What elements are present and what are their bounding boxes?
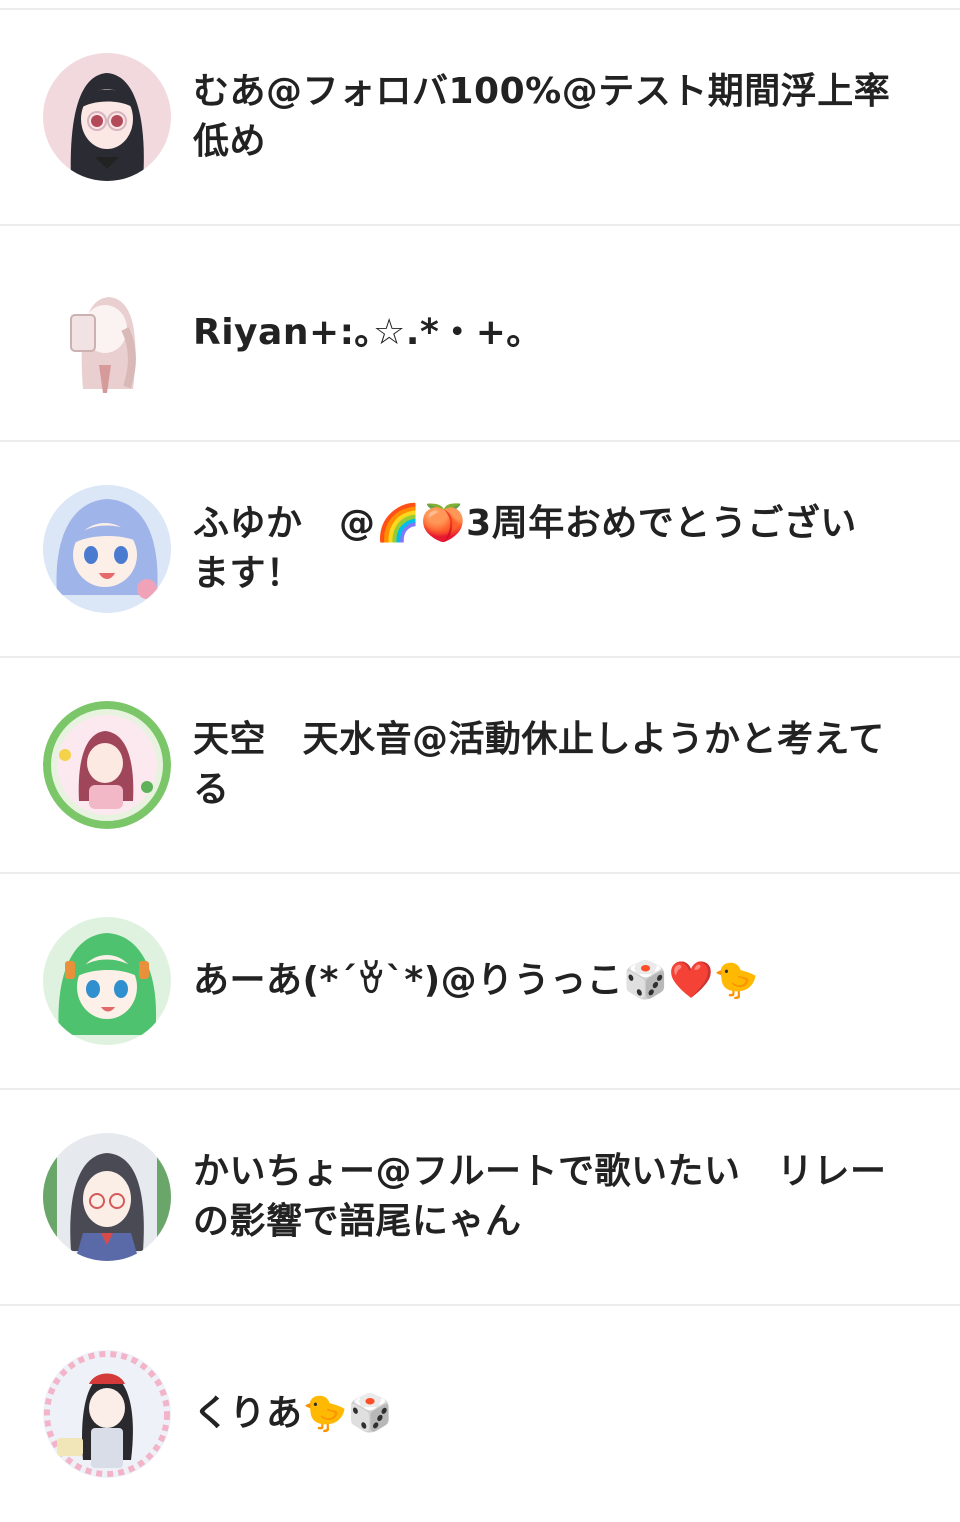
- user-name[interactable]: ふゆか @🌈🍑3周年おめでとうございます！: [193, 499, 893, 599]
- user-avatar-icon[interactable]: [43, 1350, 171, 1478]
- user-row[interactable]: あーあ(*´ꈊ`*)@りうっこ🎲❤️🐤: [0, 874, 960, 1090]
- user-name[interactable]: くりあ🐤🎲: [193, 1389, 393, 1439]
- user-list: むあ@フォロバ100%@テスト期間浮上率低め Riyan+:｡☆.*・+｡ ふゆ…: [0, 0, 960, 1516]
- user-name[interactable]: 天空 天水音@活動休止しようかと考えてる: [193, 715, 893, 815]
- user-avatar-icon[interactable]: [43, 1133, 171, 1261]
- user-avatar-icon[interactable]: [43, 269, 171, 397]
- user-row[interactable]: ふゆか @🌈🍑3周年おめでとうございます！: [0, 442, 960, 658]
- user-row[interactable]: かいちょー@フルートで歌いたい リレーの影響で語尾にゃん: [0, 1090, 960, 1306]
- user-row[interactable]: むあ@フォロバ100%@テスト期間浮上率低め: [0, 10, 960, 226]
- user-avatar-icon[interactable]: [43, 917, 171, 1045]
- user-row[interactable]: Riyan+:｡☆.*・+｡: [0, 226, 960, 442]
- user-name[interactable]: かいちょー@フルートで歌いたい リレーの影響で語尾にゃん: [193, 1147, 893, 1247]
- user-avatar-icon[interactable]: [43, 485, 171, 613]
- user-avatar-icon[interactable]: [43, 701, 171, 829]
- user-row[interactable]: 天空 天水音@活動休止しようかと考えてる: [0, 658, 960, 874]
- user-row[interactable]: くりあ🐤🎲: [0, 1306, 960, 1522]
- user-name[interactable]: むあ@フォロバ100%@テスト期間浮上率低め: [193, 67, 893, 167]
- list-top-divider: [0, 0, 960, 10]
- user-name[interactable]: Riyan+:｡☆.*・+｡: [193, 308, 525, 358]
- user-name[interactable]: あーあ(*´ꈊ`*)@りうっこ🎲❤️🐤: [193, 956, 759, 1006]
- user-avatar-icon[interactable]: [43, 53, 171, 181]
